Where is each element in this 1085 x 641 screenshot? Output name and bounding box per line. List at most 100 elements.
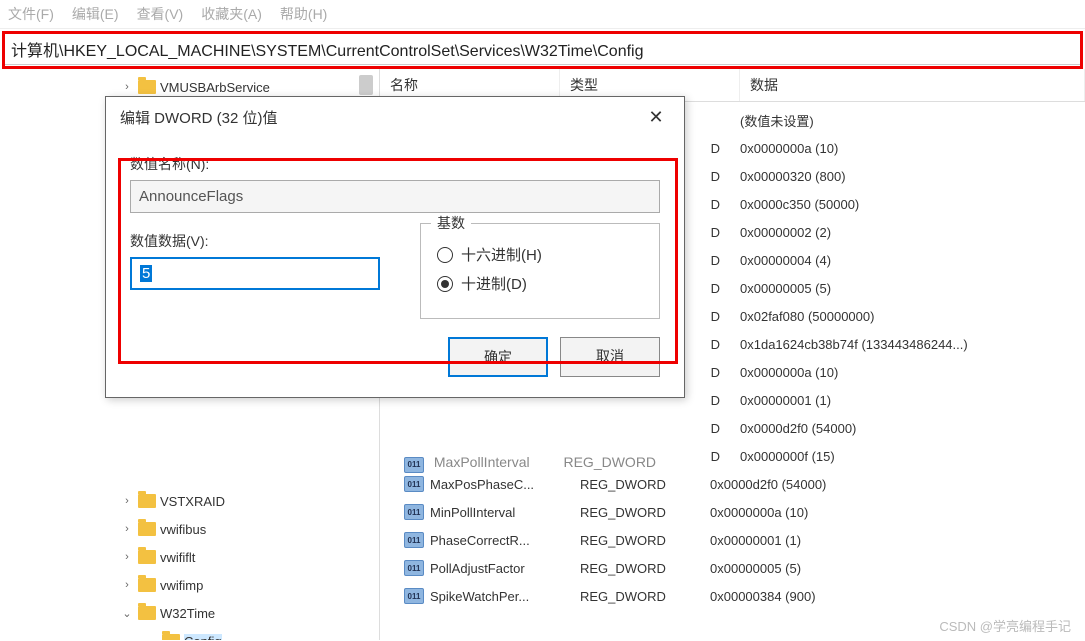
cell-type: D [680,309,740,324]
cell-type: REG_DWORD [580,505,710,520]
cell-data: 0x00000001 (1) [710,533,1085,548]
radio-icon [437,247,453,263]
dword-icon: 011 [404,457,424,473]
menu-help[interactable]: 帮助(H) [280,4,327,24]
dialog-title-text: 编辑 DWORD (32 位)值 [120,107,278,128]
dialog-titlebar: 编辑 DWORD (32 位)值 ✕ [106,97,684,138]
cell-type: REG_DWORD [580,561,710,576]
cell-type: D [680,281,740,296]
menu-view[interactable]: 查看(V) [137,4,184,24]
cell-data: 0x00000384 (900) [710,589,1085,604]
cell-type: REG_DWORD [580,589,710,604]
tree-label: vwifibus [160,522,206,537]
addressbar-container [0,29,1085,69]
dword-icon: 011 [404,560,424,576]
dialog-buttons: 确定 取消 [106,337,684,397]
tree-label: W32Time [160,606,215,621]
menu-favorites[interactable]: 收藏夹(A) [201,4,262,24]
cell-data: 0x0000d2f0 (54000) [710,477,1085,492]
table-row[interactable]: 011 PollAdjustFactorREG_DWORD0x00000005 (… [380,554,1085,582]
dword-icon: 011 [404,504,424,520]
cell-name: MinPollInterval [430,505,580,520]
menu-file[interactable]: 文件(F) [8,4,54,24]
caret-icon: › [120,81,134,93]
cancel-button[interactable]: 取消 [560,337,660,377]
cell-data: 0x0000000a (10) [740,141,1085,156]
folder-icon [138,578,156,592]
caret-icon: › [120,579,134,591]
cell-type: D [680,393,740,408]
cell-data: 0x00000004 (4) [740,253,1085,268]
value-data-input[interactable]: 5 [130,257,380,290]
tree-item[interactable]: › vwifimp [120,571,379,599]
dword-icon: 011 [404,588,424,604]
table-row[interactable]: 011PhaseCorrectR...REG_DWORD0x00000001 (… [380,526,1085,554]
table-row[interactable]: 011 MinPollIntervalREG_DWORD0x0000000a (1… [380,498,1085,526]
cell-data: 0x02faf080 (50000000) [740,309,1085,324]
folder-icon [138,606,156,620]
cell-type: D [680,337,740,352]
dword-icon: 011 [404,476,424,492]
watermark: CSDN @学亮编程手记 [939,616,1071,635]
caret-icon: › [120,495,134,507]
ok-button[interactable]: 确定 [448,337,548,377]
table-row[interactable]: 011 SpikeWatchPer...REG_DWORD0x00000384 (… [380,582,1085,610]
tree-item[interactable]: ›VSTXRAID [120,487,379,515]
cell-type: D [680,169,740,184]
tree-item[interactable]: › vwififlt [120,543,379,571]
folder-icon [138,494,156,508]
cell-type: D [680,253,740,268]
menu-edit[interactable]: 编辑(E) [72,4,119,24]
cell-data: 0x0000000f (15) [740,449,1085,464]
cell-type: REG_DWORD [580,533,710,548]
cell-data: 0x0000c350 (50000) [740,197,1085,212]
tree-label: vwififlt [160,550,195,565]
tree-item-config[interactable]: Config [120,627,379,640]
cell-data: 0x0000000a (10) [710,505,1085,520]
tree-item[interactable]: › vwifibus [120,515,379,543]
radio-checked-icon [437,276,453,292]
address-input[interactable] [2,33,1083,65]
cell-data: 0x1da1624cb38b74f (133443486244...) [740,337,1085,352]
folder-icon [138,550,156,564]
value-name-input[interactable] [130,180,660,213]
cell-data: 0x00000005 (5) [710,561,1085,576]
cell-type: D [680,141,740,156]
cell-name: PollAdjustFactor [430,561,580,576]
cell-data: 0x00000005 (5) [740,281,1085,296]
tree-label: Config [184,634,222,641]
dialog-body: 数值名称(N): 数值数据(V): 5 基数 十六进制(H) 十进制(D) [106,138,684,337]
edit-dword-dialog: 编辑 DWORD (32 位)值 ✕ 数值名称(N): 数值数据(V): 5 基… [105,96,685,398]
col-data[interactable]: 数据 [740,69,1085,101]
cell-name: MaxPollInterval [434,454,530,470]
partial-row: 011 MaxPollInterval REG_DWORD [404,454,656,473]
table-row[interactable]: 011MaxPosPhaseC...REG_DWORD0x0000d2f0 (5… [380,470,1085,498]
name-label: 数值名称(N): [130,154,660,174]
tree-item-w32time[interactable]: ⌄ W32Time [120,599,379,627]
scrollbar-thumb[interactable] [359,75,373,95]
cell-name: PhaseCorrectR... [430,533,580,548]
tree-label: vwifimp [160,578,203,593]
radio-dec[interactable]: 十进制(D) [437,273,643,294]
caret-icon: › [120,551,134,563]
folder-icon [162,634,180,640]
radio-hex[interactable]: 十六进制(H) [437,244,643,265]
cell-type: D [680,449,740,464]
cell-type: REG_DWORD [563,454,656,470]
close-button[interactable]: ✕ [642,107,670,128]
table-row[interactable]: D0x0000d2f0 (54000) [380,414,1085,442]
base-group: 基数 十六进制(H) 十进制(D) [420,223,660,319]
radio-label: 十六进制(H) [461,244,542,265]
base-legend: 基数 [431,213,471,233]
radio-label: 十进制(D) [461,273,527,294]
data-label: 数值数据(V): [130,231,380,251]
cell-data: 0x0000000a (10) [740,365,1085,380]
folder-icon [138,522,156,536]
cell-type: REG_DWORD [580,477,710,492]
selected-value: 5 [140,265,152,282]
caret-icon: › [120,523,134,535]
caret-down-icon: ⌄ [120,607,134,620]
cell-type: D [680,421,740,436]
menubar: 文件(F) 编辑(E) 查看(V) 收藏夹(A) 帮助(H) [0,0,1085,29]
cell-name: SpikeWatchPer... [430,589,580,604]
